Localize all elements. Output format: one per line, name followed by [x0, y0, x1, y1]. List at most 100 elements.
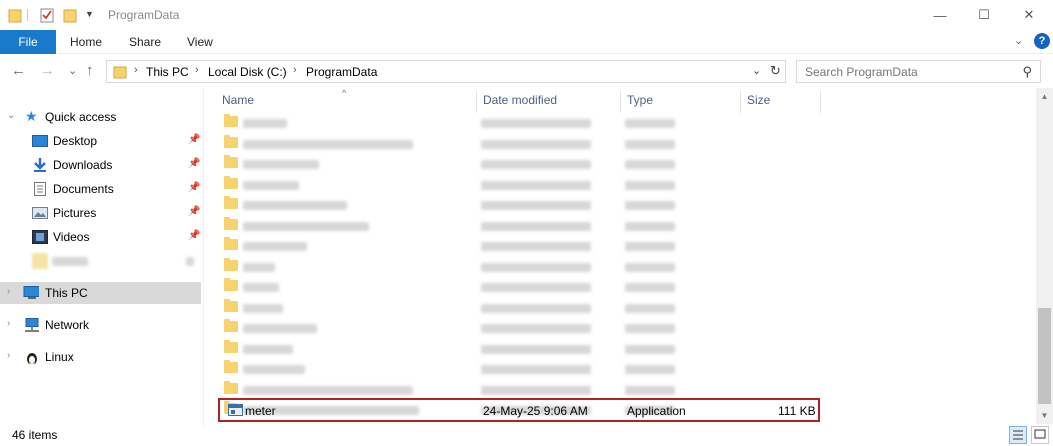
pin-icon[interactable]: 📌 — [188, 134, 200, 145]
up-icon[interactable]: ↑ — [86, 62, 94, 79]
forward-icon[interactable]: → — [40, 62, 55, 79]
table-row[interactable] — [218, 257, 1020, 277]
redacted-cell — [243, 303, 283, 313]
properties-icon[interactable] — [40, 7, 55, 23]
pin-icon[interactable]: 📌 — [188, 206, 200, 217]
redacted-cell — [625, 365, 675, 374]
sidebar-item-this-pc[interactable]: › This PC — [0, 282, 201, 304]
ribbon-tabs: File Home Share View ⌄ ? — [0, 30, 1053, 54]
table-row[interactable] — [218, 195, 1020, 215]
refresh-icon[interactable]: ↻ — [770, 63, 781, 79]
table-row[interactable] — [218, 113, 1020, 133]
details-view-button[interactable] — [1009, 426, 1027, 444]
column-header-name[interactable]: Name — [222, 93, 254, 115]
chevron-right-icon[interactable]: › — [7, 286, 10, 297]
large-icons-view-button[interactable] — [1031, 426, 1049, 444]
tab-view[interactable]: View — [187, 35, 213, 49]
redacted-cell — [481, 201, 591, 210]
sidebar-item-quick-access[interactable]: ⌄ ★ Quick access — [0, 106, 201, 128]
breadcrumb-separator[interactable]: › — [293, 64, 297, 76]
help-icon[interactable]: ? — [1034, 33, 1050, 49]
table-row[interactable] — [218, 359, 1020, 379]
redacted-cell — [481, 344, 591, 354]
scroll-down-icon[interactable]: ▼ — [1036, 407, 1053, 424]
tab-file[interactable]: File — [0, 30, 56, 54]
tab-home[interactable]: Home — [70, 35, 102, 49]
address-bar[interactable]: › This PC › Local Disk (C:) › ProgramDat… — [106, 60, 786, 83]
table-row[interactable] — [218, 236, 1020, 256]
column-header-type[interactable]: Type — [627, 93, 653, 115]
expand-ribbon-icon[interactable]: ⌄ — [1014, 34, 1023, 47]
breadcrumb-separator[interactable]: › — [134, 64, 138, 76]
breadcrumb-local-disk[interactable]: Local Disk (C:) — [208, 65, 287, 79]
file-date: 24-May-25 9:06 AM — [483, 404, 588, 418]
sidebar-item-linux[interactable]: › Linux — [0, 346, 201, 368]
new-folder-icon[interactable] — [63, 7, 77, 23]
recent-locations-icon[interactable]: ⌄ — [68, 64, 77, 77]
redacted-cell — [243, 344, 293, 354]
pin-icon[interactable]: 📌 — [188, 182, 200, 193]
address-dropdown-icon[interactable]: ⌄ — [752, 64, 761, 77]
table-row[interactable] — [218, 134, 1020, 154]
redacted-cell — [243, 119, 287, 128]
pin-icon[interactable]: 📌 — [188, 230, 200, 241]
chevron-right-icon[interactable]: › — [7, 350, 10, 361]
maximize-button[interactable]: ☐ — [961, 0, 1007, 30]
pin-icon[interactable]: 📌 — [188, 158, 200, 169]
table-row[interactable] — [218, 216, 1020, 236]
window-title: ProgramData — [108, 8, 180, 22]
redacted-cell — [625, 324, 675, 333]
table-row[interactable] — [218, 154, 1020, 174]
sidebar-item-label: Linux — [45, 350, 74, 364]
expanded-chevron-icon[interactable]: ⌄ — [7, 110, 15, 121]
tab-share[interactable]: Share — [129, 35, 161, 49]
customize-toolbar-icon[interactable]: ▼ — [85, 9, 94, 19]
sidebar-item-network[interactable]: › Network — [0, 314, 201, 336]
search-box[interactable]: Search ProgramData ⚲ — [796, 60, 1041, 83]
folder-icon — [224, 278, 238, 291]
table-row[interactable] — [218, 380, 1020, 400]
search-input[interactable]: Search ProgramData — [805, 65, 918, 79]
redacted-label — [52, 257, 88, 266]
column-separator[interactable] — [620, 91, 621, 113]
breadcrumb-programdata[interactable]: ProgramData — [306, 65, 377, 79]
sidebar-item-documents[interactable]: Documents 📌 — [0, 178, 201, 200]
redacted-cell — [625, 303, 675, 313]
sidebar-item-label: Pictures — [53, 206, 97, 220]
minimize-button[interactable]: — — [917, 0, 963, 30]
redacted-cell — [625, 221, 675, 231]
column-separator[interactable] — [820, 91, 821, 113]
table-row[interactable] — [218, 318, 1020, 338]
redacted-cell — [481, 365, 591, 374]
table-row[interactable] — [218, 298, 1020, 318]
breadcrumb-this-pc[interactable]: This PC — [146, 65, 189, 79]
sidebar-item-desktop[interactable]: Desktop 📌 — [0, 130, 201, 152]
redacted-cell — [243, 139, 413, 149]
breadcrumb-separator[interactable]: › — [195, 64, 199, 76]
scroll-up-icon[interactable]: ▲ — [1036, 88, 1053, 105]
sidebar-item-label: Quick access — [45, 110, 117, 124]
sidebar-item-pictures[interactable]: Pictures 📌 — [0, 202, 201, 224]
title-bar: ▼ ProgramData — ☐ ✕ — [0, 0, 1053, 30]
vertical-scrollbar[interactable]: ▲ ▼ — [1036, 88, 1053, 424]
column-separator[interactable] — [740, 91, 741, 113]
redacted-cell — [243, 385, 413, 395]
sidebar-item-downloads[interactable]: Downloads 📌 — [0, 154, 201, 176]
scroll-thumb[interactable] — [1038, 308, 1051, 404]
folder-icon[interactable] — [8, 7, 22, 23]
divider — [27, 9, 28, 21]
sidebar-item-pinned-folder[interactable] — [0, 250, 201, 272]
column-header-date[interactable]: Date modified — [483, 93, 557, 115]
folder-icon — [224, 237, 238, 250]
chevron-right-icon[interactable]: › — [7, 318, 10, 329]
table-row-highlighted[interactable]: meter 24-May-25 9:06 AM Application 111 … — [218, 398, 820, 422]
back-icon[interactable]: ← — [11, 62, 26, 79]
table-row[interactable] — [218, 277, 1020, 297]
close-button[interactable]: ✕ — [1006, 0, 1052, 30]
sidebar-item-videos[interactable]: Videos 📌 — [0, 226, 201, 248]
column-header-size[interactable]: Size — [747, 93, 770, 115]
column-separator[interactable] — [476, 91, 477, 113]
table-row[interactable] — [218, 175, 1020, 195]
status-bar: 46 items — [0, 424, 1053, 446]
table-row[interactable] — [218, 339, 1020, 359]
